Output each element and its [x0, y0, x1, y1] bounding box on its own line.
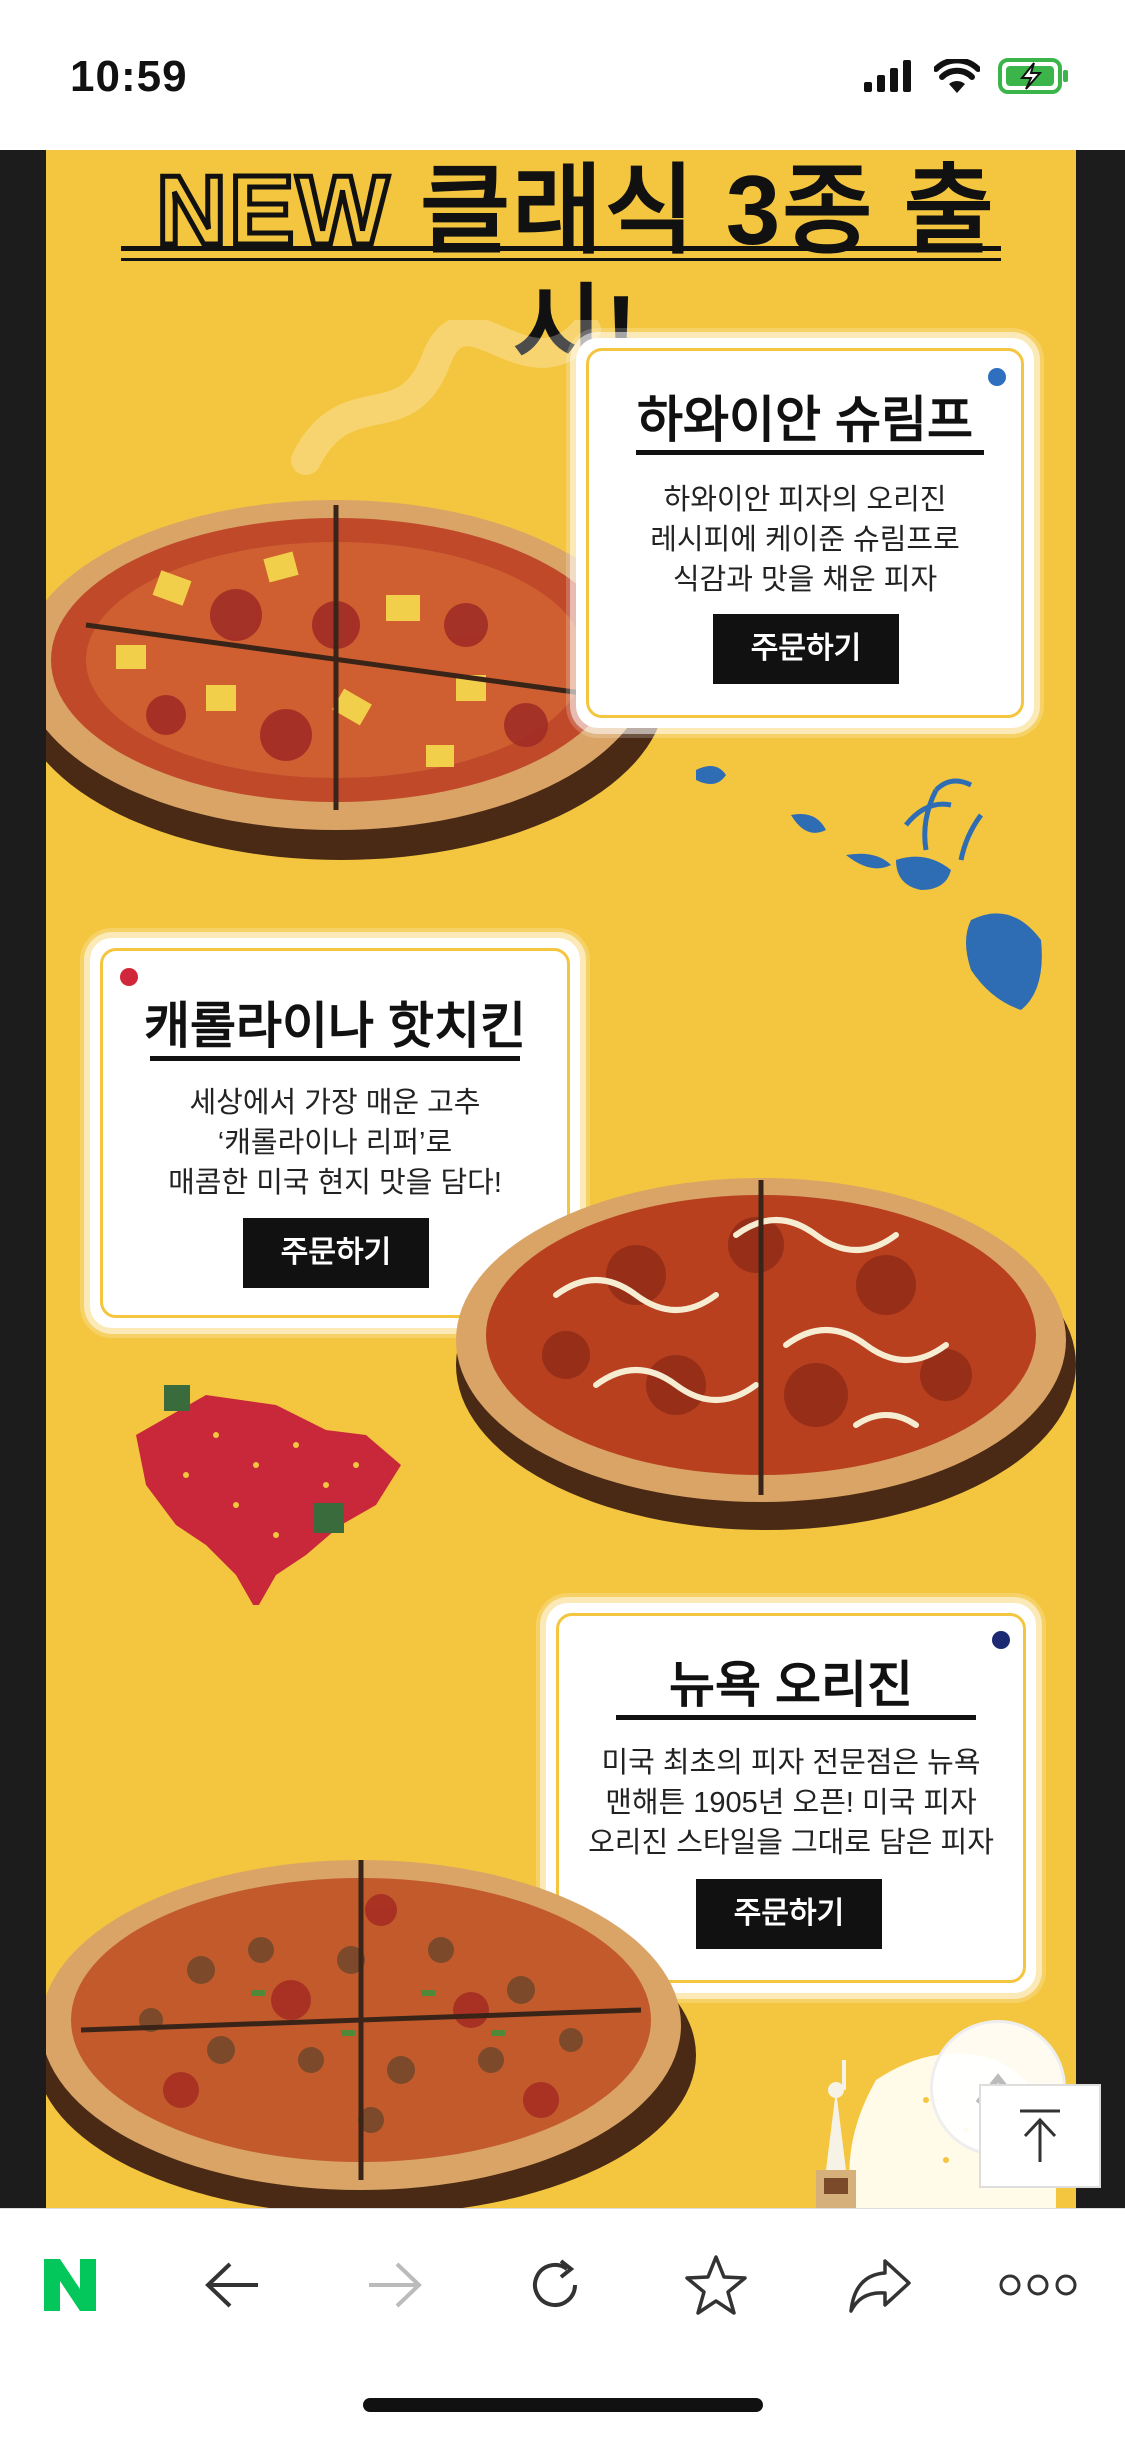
- description-line: 하와이안 피자의 오리진: [663, 484, 947, 516]
- back-button[interactable]: [192, 2245, 272, 2325]
- status-bar: 10:59: [0, 0, 1125, 150]
- product-title: 하와이안 슈림프: [637, 392, 973, 448]
- forward-button[interactable]: [355, 2245, 435, 2325]
- more-icon: [999, 2274, 1077, 2296]
- share-button[interactable]: [840, 2245, 920, 2325]
- product-title: 뉴욕 오리진: [669, 1657, 913, 1713]
- star-icon: [685, 2255, 747, 2315]
- forward-arrow-icon: [369, 2262, 422, 2308]
- newyork-origin-pizza-image: [46, 1860, 696, 2208]
- more-button[interactable]: [998, 2245, 1078, 2325]
- title-underline: [636, 450, 984, 455]
- title-underline: [150, 1056, 520, 1061]
- product-description: 하와이안 피자의 오리진 레시피에 케이준 슈림프로 식감과 맛을 채운 피자: [576, 480, 1034, 600]
- refresh-icon: [533, 2259, 577, 2307]
- order-button-carolina-hot-chicken[interactable]: 주문하기: [243, 1218, 429, 1288]
- description-line: 식감과 맛을 채운 피자: [672, 564, 938, 596]
- back-arrow-icon: [205, 2262, 258, 2308]
- order-button-hawaiian-shrimp[interactable]: 주문하기: [713, 614, 899, 684]
- statue-of-liberty-icon: [816, 2060, 856, 2208]
- headline-rule: [121, 246, 1001, 251]
- promo-panel: NEW 클래식 3종 출시! 하와이안 슈림프 하와이안 피자의 오리진 레시피…: [46, 150, 1076, 2208]
- wifi-icon: [934, 59, 980, 93]
- share-icon: [849, 2259, 911, 2313]
- hawaii-map-illustration: [696, 766, 1042, 1010]
- scroll-to-top-button[interactable]: [979, 2084, 1101, 2188]
- headline-rule-thin: [121, 258, 1001, 261]
- page-content: NEW 클래식 3종 출시! 하와이안 슈림프 하와이안 피자의 오리진 레시피…: [0, 150, 1125, 2208]
- description-line: 미국 최초의 피자 전문점은 뉴욕: [601, 1747, 981, 1779]
- signal-icon: [864, 60, 911, 92]
- south-carolina-map-illustration: [136, 1385, 401, 1605]
- home-indicator: [363, 2398, 763, 2412]
- description-line: 세상에서 가장 매운 고추: [189, 1087, 481, 1119]
- product-card-hawaiian-shrimp: 하와이안 슈림프 하와이안 피자의 오리진 레시피에 케이준 슈림프로 식감과 …: [576, 338, 1034, 728]
- naver-home-button[interactable]: [30, 2245, 110, 2325]
- scroll-top-icon: [1020, 2109, 1060, 2162]
- bookmark-button[interactable]: [676, 2245, 756, 2325]
- hawaiian-shrimp-pizza-image: [46, 500, 666, 860]
- carolina-hot-chicken-pizza-image: [456, 1178, 1076, 1530]
- title-underline: [616, 1715, 976, 1720]
- status-icons: [864, 58, 1070, 94]
- order-button-newyork-origin[interactable]: 주문하기: [696, 1879, 882, 1949]
- refresh-button[interactable]: [515, 2245, 595, 2325]
- description-line: 레시피에 케이준 슈림프로: [650, 524, 960, 556]
- battery-charging-icon: [998, 58, 1068, 94]
- card-dot: [120, 968, 138, 986]
- product-title: 캐롤라이나 핫치킨: [144, 998, 526, 1054]
- naver-logo-icon: [44, 2259, 96, 2311]
- status-time: 10:59: [70, 52, 188, 101]
